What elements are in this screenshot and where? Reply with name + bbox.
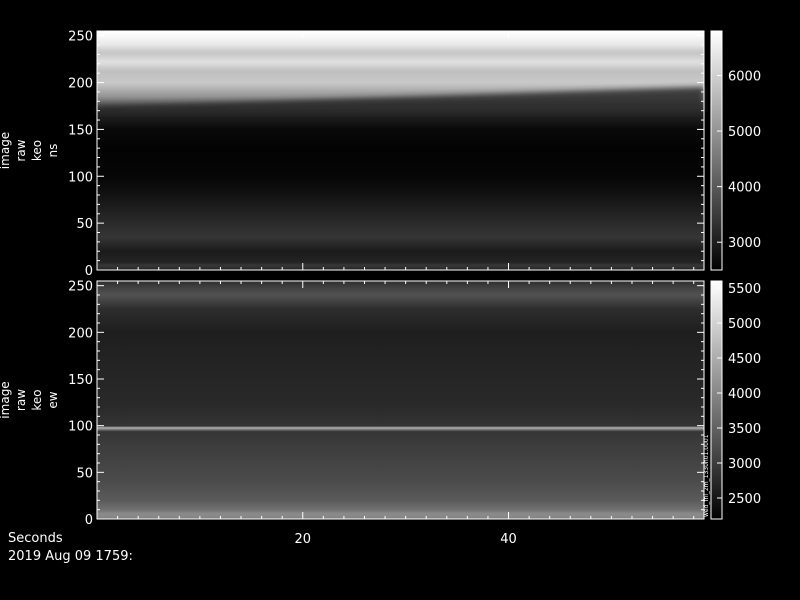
x-tick-label: 20	[294, 532, 311, 547]
y-axis-label-word: raw	[14, 139, 28, 161]
panel-1: 0 50 100 150 200 250 image raw keo ns 3000 4000 5000…	[0, 30, 761, 279]
colorbar-tick-label: 2500	[728, 492, 761, 507]
colorbar-2	[710, 280, 723, 520]
y-tick-label: 50	[76, 217, 93, 232]
y-tick-label: 100	[68, 420, 93, 435]
colorbar-tick-label: 4000	[728, 387, 761, 402]
y-axis-label-word: keo	[30, 140, 44, 161]
keogram-figure: 050100150200250image raw keo ns300040005000…	[0, 30, 761, 547]
x-axis-title: Seconds	[8, 531, 63, 546]
y-tick-label: 0	[85, 513, 93, 528]
y-tick-label: 250	[68, 280, 93, 295]
y-tick-label: 0	[85, 264, 93, 279]
colorbar-tick-label: 5000	[728, 317, 761, 332]
y-axis-label-word: ns	[46, 144, 60, 158]
colorbar-tick-label: 3000	[728, 457, 761, 472]
colorbar-1	[710, 30, 723, 271]
y-axis-label-word: ew	[46, 391, 60, 408]
y-axis-label-word: image	[0, 381, 12, 418]
x-tick-label: 40	[500, 532, 517, 547]
heatmap-image-2	[97, 281, 704, 519]
panel-2: 0 50 100 150 200 250 20 40 image raw keo ew 2500 3000…	[0, 280, 761, 547]
y-tick-label: 150	[68, 123, 93, 138]
y-tick-label: 100	[68, 170, 93, 185]
y-tick-label: 200	[68, 326, 93, 341]
colorbar-tick-label: 5000	[728, 125, 761, 140]
colorbar-tick-label: 5500	[728, 282, 761, 297]
y-tick-label: 200	[68, 77, 93, 92]
colorbar-tick-label: 3500	[728, 422, 761, 437]
y-axis-label-word: keo	[30, 389, 44, 410]
colorbar-tick-label: 3000	[728, 236, 761, 251]
file-annotation: wed_fnl_2m_1330h01.0001	[703, 434, 710, 517]
y-axis-label-word: raw	[14, 389, 28, 411]
heatmap-image-1	[97, 31, 704, 270]
y-tick-label: 50	[76, 466, 93, 481]
timestamp: 2019 Aug 09 1759:	[8, 549, 133, 564]
y-tick-label: 250	[68, 30, 93, 45]
colorbar-tick-label: 6000	[728, 69, 761, 84]
y-axis-label-word: image	[0, 132, 12, 169]
y-tick-label: 150	[68, 373, 93, 388]
colorbar-tick-label: 4500	[728, 352, 761, 367]
colorbar-tick-label: 4000	[728, 181, 761, 196]
